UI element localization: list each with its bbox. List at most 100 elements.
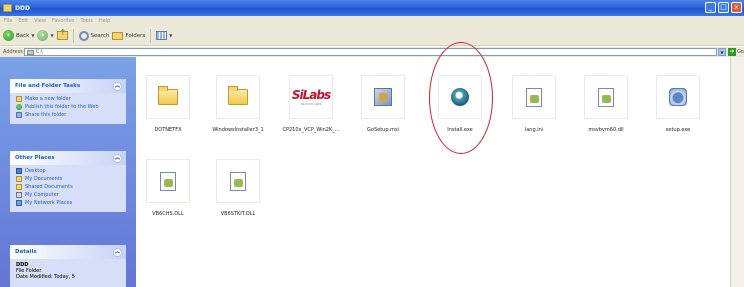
maximize-button[interactable]: □ bbox=[718, 2, 729, 13]
task-pane: File and Folder Tasks ︽ Make a new folde… bbox=[0, 57, 136, 287]
thumbnail-frame: SiLabs SILICON LABS bbox=[289, 75, 333, 119]
address-dropdown[interactable]: ▼ bbox=[718, 48, 727, 56]
chevron-down-icon[interactable]: ▼ bbox=[169, 33, 172, 38]
search-icon bbox=[78, 30, 89, 41]
computer-icon bbox=[16, 192, 22, 198]
task-new-folder[interactable]: Make a new folder bbox=[16, 96, 121, 102]
dll-file-icon bbox=[598, 87, 614, 107]
thumbnail-frame bbox=[584, 75, 628, 119]
menu-favorites[interactable]: Favorites bbox=[52, 18, 75, 24]
place-desktop[interactable]: Desktop bbox=[16, 168, 121, 174]
title-bar[interactable]: DDD _ □ x bbox=[0, 0, 744, 16]
thumbnail-frame bbox=[656, 75, 700, 119]
panel-header[interactable]: Details ︽ bbox=[10, 245, 126, 259]
msi-package-icon bbox=[374, 88, 392, 106]
go-arrow-icon: ➜ bbox=[728, 48, 737, 56]
file-item-cp210x[interactable]: SiLabs SILICON LABS CP210x_VCP_Win2K_... bbox=[281, 75, 341, 133]
file-name: CP210x_VCP_Win2K_... bbox=[282, 127, 340, 133]
task-label: Share this folder bbox=[25, 112, 67, 118]
up-folder-icon[interactable] bbox=[56, 28, 68, 40]
file-item-lang-ini[interactable]: lang.ini bbox=[504, 75, 564, 133]
dll-file-icon bbox=[160, 171, 176, 191]
file-folder-tasks-panel: File and Folder Tasks ︽ Make a new folde… bbox=[10, 79, 126, 124]
menu-edit[interactable]: Edit bbox=[18, 18, 28, 24]
file-name: GoSetup.msi bbox=[367, 127, 399, 133]
place-my-documents[interactable]: My Documents bbox=[16, 176, 121, 182]
file-item-setup-exe[interactable]: setup.exe bbox=[648, 75, 708, 133]
place-network[interactable]: My Network Places bbox=[16, 200, 121, 206]
documents-icon bbox=[16, 176, 22, 182]
file-item-msvbvm60[interactable]: msvbvm60.dll bbox=[576, 75, 636, 133]
thumbnail-frame bbox=[146, 75, 190, 119]
new-folder-icon bbox=[16, 96, 22, 102]
file-name: VB6STKIT.DLL bbox=[220, 211, 256, 217]
views-button[interactable]: ▼ bbox=[156, 31, 172, 40]
menu-help[interactable]: Help bbox=[99, 18, 110, 24]
chevron-down-icon[interactable]: ▼ bbox=[50, 33, 53, 38]
back-label: Back bbox=[16, 32, 30, 39]
highlight-circle bbox=[429, 42, 493, 154]
back-arrow-icon: ‹ bbox=[3, 30, 14, 41]
file-name: DOTNETFX bbox=[154, 127, 182, 133]
vertical-scrollbar[interactable] bbox=[730, 57, 744, 287]
task-label: Publish this folder to the Web bbox=[25, 104, 99, 110]
file-item-dotnetfx[interactable]: DOTNETFX bbox=[138, 75, 198, 133]
task-publish-web[interactable]: Publish this folder to the Web bbox=[16, 104, 121, 110]
file-item-windowsinstaller[interactable]: WindowsInstaller3_1 bbox=[208, 75, 268, 133]
details-panel: Details ︽ DDD File Folder Date Modified:… bbox=[10, 245, 126, 287]
address-field[interactable]: C:\ bbox=[23, 48, 718, 56]
panel-title: File and Folder Tasks bbox=[15, 83, 81, 89]
close-button[interactable]: x bbox=[731, 2, 742, 13]
panel-title: Other Places bbox=[15, 155, 55, 161]
silabs-logo-icon: SiLabs SILICON LABS bbox=[291, 88, 331, 106]
address-value: C:\ bbox=[35, 49, 43, 55]
collapse-icon[interactable]: ︽ bbox=[113, 153, 122, 163]
collapse-icon[interactable]: ︽ bbox=[113, 247, 122, 257]
folder-icon bbox=[228, 86, 248, 105]
place-label: My Documents bbox=[25, 176, 63, 182]
collapse-icon[interactable]: ︽ bbox=[113, 81, 122, 91]
place-my-computer[interactable]: My Computer bbox=[16, 192, 121, 198]
place-label: Shared Documents bbox=[25, 184, 73, 190]
panel-body: DDD File Folder Date Modified: Today, 5 bbox=[10, 259, 126, 284]
thumbnail-frame bbox=[146, 159, 190, 203]
thumbnail-frame bbox=[216, 159, 260, 203]
panel-title: Details bbox=[15, 249, 37, 255]
file-item-vb6stkit[interactable]: VB6STKIT.DLL bbox=[208, 159, 268, 217]
panel-header[interactable]: File and Folder Tasks ︽ bbox=[10, 79, 126, 93]
task-label: Make a new folder bbox=[25, 96, 71, 102]
menu-view[interactable]: View bbox=[34, 18, 46, 24]
file-name: WindowsInstaller3_1 bbox=[212, 127, 264, 133]
forward-arrow-icon: › bbox=[37, 30, 49, 41]
back-button[interactable]: ‹ Back ▼ bbox=[3, 30, 34, 41]
shared-documents-icon bbox=[16, 184, 22, 190]
go-button[interactable]: ➜ Go bbox=[728, 48, 744, 56]
search-label: Search bbox=[90, 32, 110, 39]
task-share-folder[interactable]: Share this folder bbox=[16, 112, 121, 118]
go-label: Go bbox=[737, 49, 744, 55]
place-label: My Network Places bbox=[25, 200, 73, 206]
panel-body: Make a new folder Publish this folder to… bbox=[10, 93, 126, 124]
folders-button[interactable]: Folders bbox=[112, 31, 146, 40]
file-item-vb6chs[interactable]: VB6CHS.DLL bbox=[138, 159, 198, 217]
folders-icon bbox=[112, 31, 124, 40]
other-places-panel: Other Places ︽ Desktop My Documents Shar… bbox=[10, 151, 126, 212]
forward-button[interactable]: › ▼ bbox=[37, 30, 54, 41]
menu-tools[interactable]: Tools bbox=[81, 18, 93, 24]
file-name: msvbvm60.dll bbox=[588, 127, 624, 133]
window-controls: _ □ x bbox=[705, 2, 742, 13]
menu-file[interactable]: File bbox=[4, 18, 12, 24]
folders-label: Folders bbox=[125, 32, 146, 39]
file-item-gosetup[interactable]: GoSetup.msi bbox=[353, 75, 413, 133]
file-name: setup.exe bbox=[665, 127, 691, 133]
search-button[interactable]: Search bbox=[78, 30, 110, 41]
minimize-button[interactable]: _ bbox=[705, 2, 716, 13]
address-label: Address bbox=[3, 49, 23, 55]
address-bar: Address C:\ ▼ ➜ Go bbox=[0, 47, 744, 57]
chevron-down-icon[interactable]: ▼ bbox=[31, 33, 34, 38]
panel-header[interactable]: Other Places ︽ bbox=[10, 151, 126, 165]
place-shared-documents[interactable]: Shared Documents bbox=[16, 184, 121, 190]
thumbnail-frame bbox=[216, 75, 260, 119]
thumbnail-frame bbox=[361, 75, 405, 119]
file-name: lang.ini bbox=[524, 127, 544, 133]
